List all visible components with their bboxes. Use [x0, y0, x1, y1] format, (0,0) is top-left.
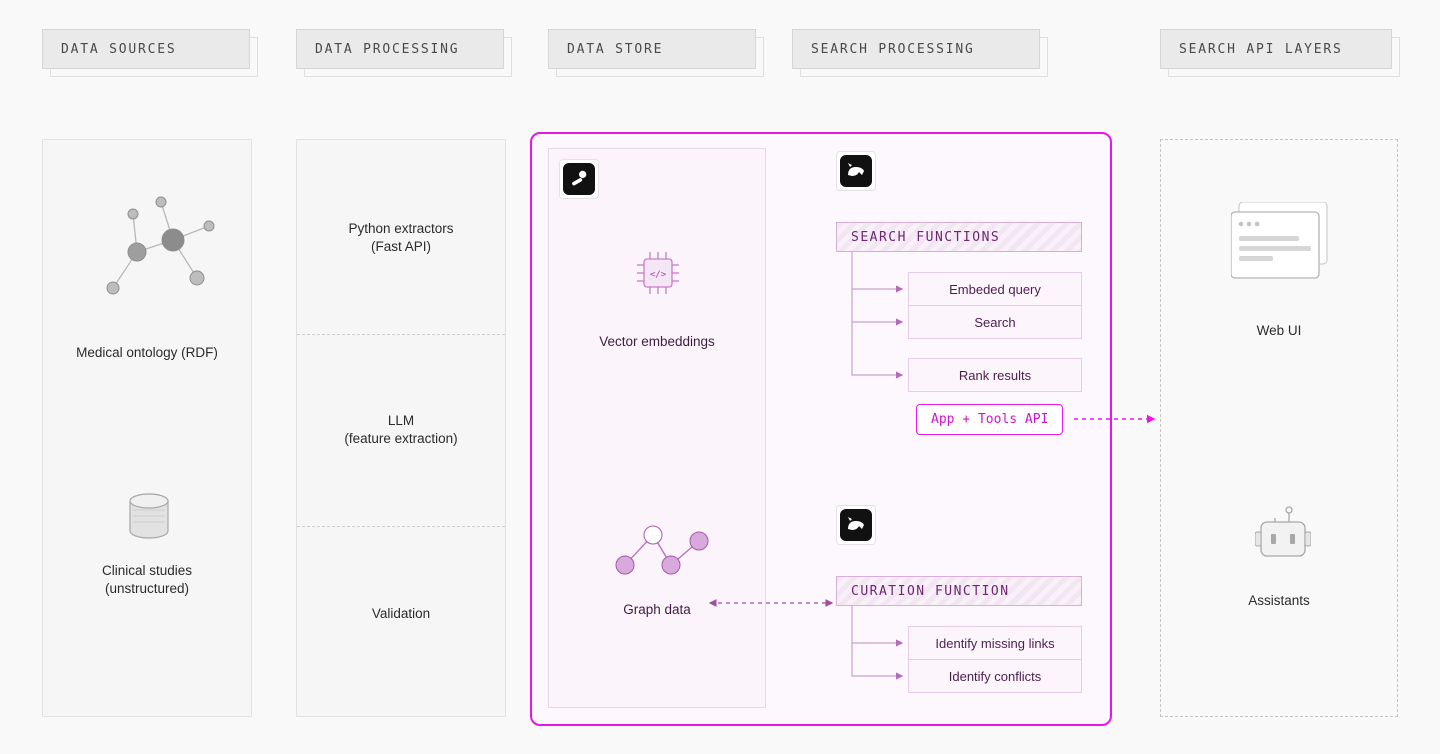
- column-header-search-processing: SEARCH PROCESSING: [792, 29, 1040, 69]
- divider-2: [297, 526, 505, 527]
- api-chip: App + Tools API: [916, 404, 1063, 435]
- search-func-item-2: Rank results: [908, 358, 1082, 392]
- telescope-icon-shell: [559, 159, 599, 199]
- panel-data-store: </> Vector embeddings Graph data: [548, 148, 766, 708]
- ontology-graph-icon: [93, 180, 218, 305]
- rhino-icon-shell-1: [836, 151, 876, 191]
- column-header-search-api-layers: SEARCH API LAYERS: [1160, 29, 1392, 69]
- ontology-label: Medical ontology (RDF): [43, 344, 251, 362]
- extractors-label: Python extractors(Fast API): [297, 220, 505, 256]
- validation-label: Validation: [297, 605, 505, 623]
- web-ui-label: Web UI: [1161, 322, 1397, 340]
- rhino-icon-shell-2: [836, 505, 876, 545]
- vector-embeddings-label: Vector embeddings: [549, 333, 765, 351]
- curation-func-item-1: Identify conflicts: [908, 659, 1082, 693]
- search-functions-header: SEARCH FUNCTIONS: [836, 222, 1082, 252]
- panel-api-layers: Web UI Assistants: [1160, 139, 1398, 717]
- divider-1: [297, 334, 505, 335]
- panel-data-sources: Medical ontology (RDF) Clinical studies(…: [42, 139, 252, 717]
- search-func-connectors: [846, 252, 916, 402]
- curation-func-item-0: Identify missing links: [908, 626, 1082, 660]
- telescope-icon: [563, 163, 595, 195]
- arrow-api-to-layers: [1072, 412, 1162, 426]
- search-func-item-1: Search: [908, 305, 1082, 339]
- llm-label: LLM(feature extraction): [297, 412, 505, 448]
- svg-text:</>: </>: [650, 270, 667, 280]
- rhino-icon-1: [840, 155, 872, 187]
- curation-func-connectors: [846, 606, 916, 696]
- curation-function-header: CURATION FUNCTION: [836, 576, 1082, 606]
- studies-label: Clinical studies(unstructured): [43, 562, 251, 598]
- robot-icon: [1255, 506, 1311, 562]
- database-icon: [127, 492, 171, 546]
- column-header-data-store: DATA STORE: [548, 29, 756, 69]
- chip-icon: </>: [634, 249, 682, 297]
- browser-window-icon: [1231, 202, 1331, 280]
- search-func-item-0: Embeded query: [908, 272, 1082, 306]
- graph-icon: [611, 521, 711, 581]
- rhino-icon-2: [840, 509, 872, 541]
- column-header-data-sources: DATA SOURCES: [42, 29, 250, 69]
- bidirectional-arrow-graph-curation: [704, 596, 838, 610]
- panel-data-processing: Python extractors(Fast API) LLM(feature …: [296, 139, 506, 717]
- assistants-label: Assistants: [1161, 592, 1397, 610]
- column-header-data-processing: DATA PROCESSING: [296, 29, 504, 69]
